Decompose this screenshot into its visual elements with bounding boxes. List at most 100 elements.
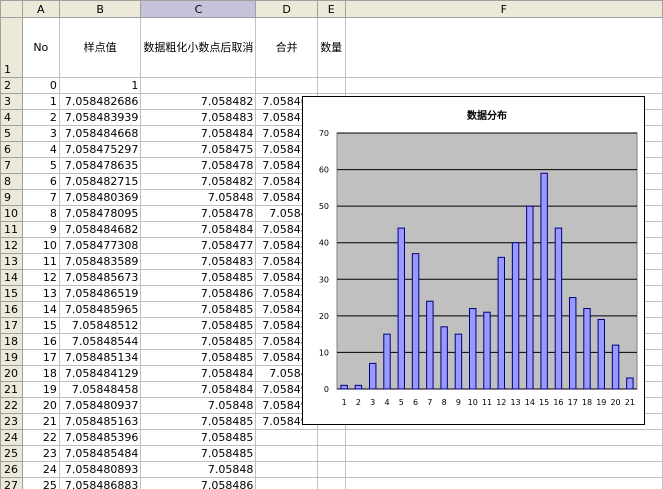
cell-e[interactable] — [316, 429, 346, 446]
cell-c[interactable]: 7.058478 — [140, 157, 257, 174]
cell-c[interactable]: 7.058485 — [140, 445, 257, 462]
column-header-e[interactable]: E — [316, 0, 346, 18]
cell-c[interactable]: 7.058486 — [140, 285, 257, 302]
cell-c[interactable]: 7.05848 — [140, 461, 257, 478]
row-header[interactable]: 19 — [0, 349, 23, 366]
cell-a[interactable]: 14 — [21, 301, 60, 318]
column-header-a[interactable]: A — [21, 0, 60, 18]
cell-d[interactable] — [255, 461, 318, 478]
cell-e1[interactable]: 数量 — [316, 17, 346, 78]
chart-object[interactable]: 数据分布 0 10 20 30 40 50 60 70 1 2 3 4 5 6 7 8 9 10 11 12 13 14 15… — [302, 96, 645, 425]
cell-a[interactable]: 1 — [21, 93, 60, 110]
cell-c[interactable]: 7.058485 — [140, 269, 257, 286]
cell-b[interactable]: 7.058484129 — [58, 365, 142, 382]
select-all-corner[interactable] — [0, 0, 23, 18]
cell-a[interactable]: 16 — [21, 333, 60, 350]
cell-a[interactable]: 7 — [21, 189, 60, 206]
cell-b[interactable]: 7.058484668 — [58, 125, 142, 142]
cell-a[interactable]: 22 — [21, 429, 60, 446]
cell-b[interactable]: 7.058480937 — [58, 397, 142, 414]
cell-c[interactable]: 7.058483 — [140, 253, 257, 270]
cell-a[interactable]: 3 — [21, 125, 60, 142]
cell-a[interactable]: 10 — [21, 237, 60, 254]
cell-c[interactable]: 7.058482 — [140, 173, 257, 190]
row-header[interactable]: 20 — [0, 365, 23, 382]
row-header[interactable]: 11 — [0, 221, 23, 238]
cell-b[interactable]: 7.05848512 — [58, 317, 142, 334]
cell-a[interactable]: 17 — [21, 349, 60, 366]
cell-c[interactable]: 7.058475 — [140, 141, 257, 158]
cell-b[interactable]: 7.058483939 — [58, 109, 142, 126]
cell-a[interactable]: 15 — [21, 317, 60, 334]
cell-c[interactable]: 7.058485 — [140, 413, 257, 430]
cell-a[interactable]: 20 — [21, 397, 60, 414]
row-header[interactable]: 26 — [0, 461, 23, 478]
cell-c[interactable]: 7.058484 — [140, 381, 257, 398]
cell-a[interactable]: 19 — [21, 381, 60, 398]
cell-c[interactable] — [140, 77, 257, 94]
cell-d[interactable] — [255, 429, 318, 446]
cell-b[interactable]: 7.058485134 — [58, 349, 142, 366]
cell-a[interactable]: 12 — [21, 269, 60, 286]
cell-c[interactable]: 7.05848 — [140, 189, 257, 206]
cell-a[interactable]: 4 — [21, 141, 60, 158]
column-header-f[interactable]: F — [344, 0, 663, 18]
cell-b[interactable]: 7.058485965 — [58, 301, 142, 318]
column-header-c[interactable]: C — [140, 0, 257, 18]
row-header[interactable]: 3 — [0, 93, 23, 110]
cell-b[interactable]: 7.058478095 — [58, 205, 142, 222]
cell-a[interactable]: 6 — [21, 173, 60, 190]
cell-c[interactable]: 7.058483 — [140, 109, 257, 126]
cell-a[interactable]: 0 — [21, 77, 60, 94]
row-header[interactable]: 6 — [0, 141, 23, 158]
row-header[interactable]: 18 — [0, 333, 23, 350]
cell-a[interactable]: 24 — [21, 461, 60, 478]
cell-a[interactable]: 21 — [21, 413, 60, 430]
cell-b[interactable]: 7.058475297 — [58, 141, 142, 158]
cell-c[interactable]: 7.058477 — [140, 237, 257, 254]
cell-d[interactable] — [255, 477, 318, 489]
cell-b[interactable]: 7.058480893 — [58, 461, 142, 478]
cell-b[interactable]: 7.058480369 — [58, 189, 142, 206]
row-header[interactable]: 4 — [0, 109, 23, 126]
cell-c[interactable]: 7.058484 — [140, 125, 257, 142]
cell-c[interactable]: 7.058478 — [140, 205, 257, 222]
cell-f1[interactable] — [344, 17, 663, 78]
row-header[interactable]: 2 — [0, 77, 23, 94]
cell-d[interactable] — [255, 445, 318, 462]
cell-c[interactable]: 7.058485 — [140, 301, 257, 318]
row-header[interactable]: 8 — [0, 173, 23, 190]
cell-d[interactable] — [255, 77, 318, 94]
cell-c1[interactable]: 数据粗化小数点后取消 — [140, 17, 257, 78]
row-header[interactable]: 12 — [0, 237, 23, 254]
row-header[interactable]: 10 — [0, 205, 23, 222]
row-header[interactable]: 17 — [0, 317, 23, 334]
cell-b[interactable]: 7.058485396 — [58, 429, 142, 446]
cell-a1[interactable]: No — [21, 17, 60, 78]
cell-c[interactable]: 7.058485 — [140, 333, 257, 350]
row-header[interactable]: 22 — [0, 397, 23, 414]
row-header[interactable]: 1 — [0, 17, 23, 78]
cell-b[interactable]: 1 — [58, 77, 142, 94]
cell-a[interactable]: 13 — [21, 285, 60, 302]
cell-c[interactable]: 7.058484 — [140, 365, 257, 382]
cell-c[interactable]: 7.058482 — [140, 93, 257, 110]
cell-b[interactable]: 7.058485163 — [58, 413, 142, 430]
cell-b[interactable]: 7.058484682 — [58, 221, 142, 238]
cell-e[interactable] — [316, 77, 346, 94]
cell-c[interactable]: 7.058485 — [140, 317, 257, 334]
cell-a[interactable]: 11 — [21, 253, 60, 270]
row-header[interactable]: 27 — [0, 477, 23, 489]
cell-c[interactable]: 7.058485 — [140, 349, 257, 366]
row-header[interactable]: 25 — [0, 445, 23, 462]
cell-f[interactable] — [344, 429, 663, 446]
cell-e[interactable] — [316, 477, 346, 489]
cell-c[interactable]: 7.058485 — [140, 429, 257, 446]
row-header[interactable]: 13 — [0, 253, 23, 270]
row-header[interactable]: 23 — [0, 413, 23, 430]
cell-b[interactable]: 7.058482715 — [58, 173, 142, 190]
row-header[interactable]: 9 — [0, 189, 23, 206]
cell-f[interactable] — [344, 445, 663, 462]
cell-c[interactable]: 7.058486 — [140, 477, 257, 489]
cell-b[interactable]: 7.05848544 — [58, 333, 142, 350]
